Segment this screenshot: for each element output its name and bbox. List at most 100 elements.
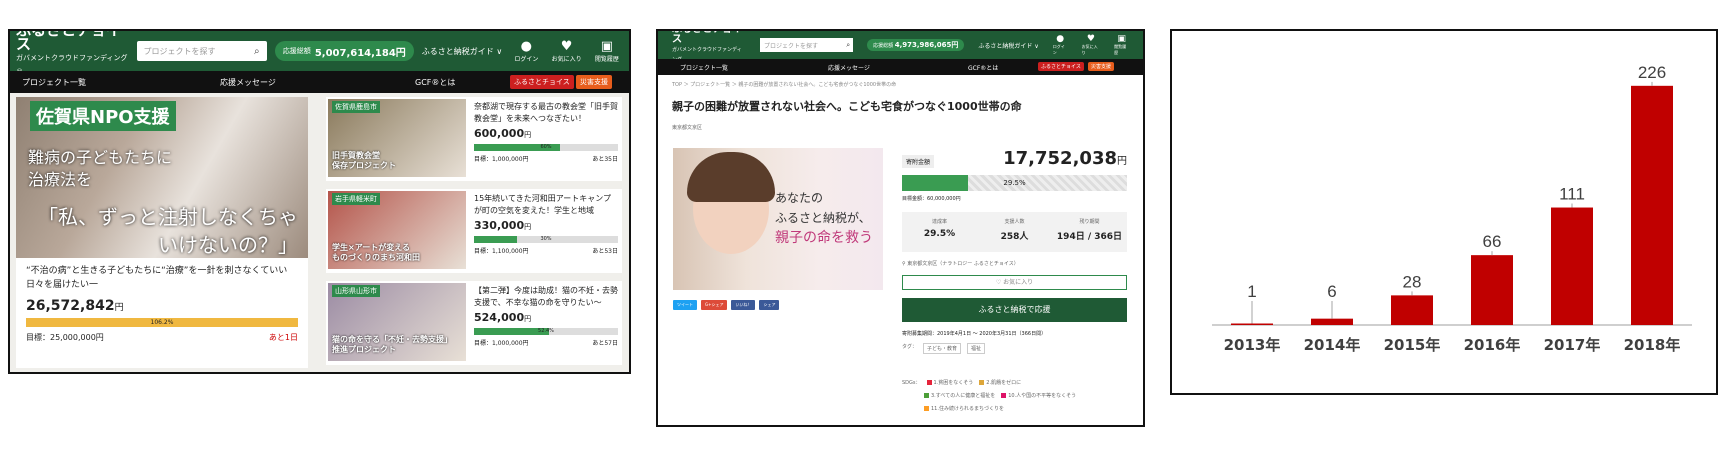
- history-button[interactable]: ▣ 閲覧履歴: [1114, 34, 1129, 56]
- project-owner[interactable]: 東京都文京区: [672, 124, 1129, 131]
- donate-button[interactable]: ふるさと納税で応援: [902, 298, 1127, 322]
- data-label: 6: [1327, 282, 1336, 301]
- history-button[interactable]: ▣ 閲覧履歴: [591, 38, 623, 63]
- project-amount: 524,000円: [474, 311, 618, 324]
- days-remaining: あと35日: [592, 156, 618, 163]
- share-gplus-button[interactable]: G+シェア: [701, 300, 728, 310]
- location-text[interactable]: 東京都文京区（ナラトロジー ふるさとチョイス）: [907, 261, 1018, 267]
- project-progress-bar: 52.4%: [474, 328, 618, 335]
- nav-messages[interactable]: 応援メッセージ: [828, 63, 870, 72]
- caption-line: あなたの: [775, 191, 824, 205]
- nav-project-list[interactable]: プロジェクト一覧: [22, 77, 86, 88]
- search-input[interactable]: プロジェクトを探す ⌕: [137, 41, 267, 61]
- project-summary: 寄附金額 17,752,038円 29.5% 目標金額：60,000,000円 …: [902, 148, 1127, 354]
- site-header: ふるさとチョイス ガバメントクラウドファンディング® プロジェクトを探す ⌕ 応…: [10, 31, 629, 76]
- amount-value: 26,572,842: [26, 298, 115, 314]
- share-buttons: ツイート G+シェア いいね！ シェア: [673, 300, 780, 310]
- quote-line: 「私、ずっと注射しなくちゃ: [38, 205, 298, 229]
- featured-headline: 難病の子どもたちに 治療法を: [28, 147, 172, 191]
- sdg-color-icon: [924, 406, 929, 411]
- total-support-badge: 応援総額 4,973,986,065円: [867, 39, 965, 51]
- search-placeholder: プロジェクトを探す: [764, 42, 819, 50]
- history-label: 閲覧履歴: [594, 55, 619, 63]
- search-icon[interactable]: ⌕: [846, 41, 853, 50]
- project-card[interactable]: 山形県山形市 猫の命を守る「不妊・去勢支援」 推進プロジェクト 【第二弾】今度は助成！…: [326, 281, 622, 365]
- share-facebook-button[interactable]: シェア: [759, 300, 780, 310]
- tag-chip[interactable]: 子ども・教育: [923, 343, 962, 354]
- sdg-label: 1.貧困をなくそう: [933, 380, 974, 386]
- search-input[interactable]: プロジェクトを探す ⌕: [760, 38, 854, 52]
- tags-row: タグ： 子ども・教育 福祉: [902, 343, 1127, 354]
- nav-disaster-support[interactable]: 災害支援: [1088, 62, 1115, 71]
- sdg-item[interactable]: 10.人や国の不平等をなくそう: [1001, 392, 1076, 399]
- nav-disaster-support[interactable]: 災害支援: [576, 75, 612, 89]
- project-amount: 600,000円: [474, 127, 618, 140]
- amount-value: 524,000: [474, 311, 525, 324]
- thumbnail-caption: 旧手賀教会堂 保存プロジェクト: [332, 151, 396, 171]
- project-title: 15年続いてきた河和田アートキャンプが町の空気を変えた！学生と地域: [474, 194, 611, 215]
- sdg-color-icon: [926, 380, 932, 385]
- project-title: 【第二弾】今度は助成！猫の不妊・去勢支援で、不幸な猫の命を守りたい～: [474, 286, 618, 307]
- goal-amount: 目標：25,000,000円: [26, 333, 104, 342]
- bar: [1231, 323, 1273, 325]
- nav-messages[interactable]: 応援メッセージ: [220, 77, 276, 88]
- sdgs-row: SDGs： 1.貧困をなくそう 2.飢餓をゼロに: [902, 379, 1127, 386]
- amount-value: 17,752,038: [1003, 148, 1117, 169]
- sdg-item[interactable]: 2.飢餓をゼロに: [979, 379, 1021, 386]
- favorite-button[interactable]: ♥ お気に入り: [550, 39, 582, 63]
- nav-about-gcf[interactable]: GCF®とは: [968, 63, 998, 72]
- nav-furusato-choice[interactable]: ふるさとチョイス: [1038, 62, 1084, 71]
- bar-chart: 1 2013年 6 2014年 28 2015年 66 2016年 111 2017年 226 201…: [1212, 63, 1692, 354]
- currency: 円: [524, 223, 532, 231]
- thumbnail-caption: 学生×アートが変える ものづくりのまち河和田: [332, 243, 420, 263]
- breadcrumb[interactable]: TOP ＞ プロジェクト一覧 ＞ 親子の困難が放置されない社会へ。こども宅食がつ…: [672, 81, 1129, 88]
- project-thumbnail: 佐賀県鹿島市 旧手賀教会堂 保存プロジェクト: [328, 99, 466, 177]
- sdg-label: 3.すべての人に健康と福祉を: [931, 393, 996, 399]
- share-like-button[interactable]: いいね！: [731, 300, 756, 310]
- sdg-item[interactable]: 1.貧困をなくそう: [926, 379, 974, 386]
- progress-bar: 29.5%: [902, 175, 1127, 191]
- add-favorite-button[interactable]: ♡ お気に入り: [902, 275, 1127, 290]
- stat-value: 194日 / 366日: [1056, 232, 1123, 242]
- raised-amount: 17,752,038円: [1003, 148, 1127, 169]
- featured-project-card[interactable]: “不治の病”と生きる子どもたちに“治療”を一針を刺さなくていい日々を届けたい一 …: [16, 258, 308, 368]
- tags-label: タグ：: [902, 344, 918, 350]
- login-label: ログイン: [1052, 44, 1065, 55]
- project-footer: 目標：1,000,000円 あと57日: [474, 338, 618, 347]
- data-label: 226: [1638, 63, 1666, 82]
- currency: 円: [114, 303, 124, 313]
- sdg-item[interactable]: 11.住み続けられるまちづくりを: [924, 405, 1004, 412]
- goal-amount: 目標：1,000,000円: [474, 340, 529, 347]
- nav-furusato-choice[interactable]: ふるさとチョイス: [510, 75, 574, 89]
- quote-line: いけないの？」: [158, 233, 298, 257]
- nav-about-gcf[interactable]: GCF®とは: [415, 77, 455, 88]
- sdg-label: 2.飢餓をゼロに: [986, 380, 1022, 386]
- caption-line: 旧手賀教会堂: [332, 151, 380, 160]
- project-card[interactable]: 岩手県軽米町 学生×アートが変える ものづくりのまち河和田 15年続いてきた河和田アー…: [326, 189, 622, 273]
- guide-menu[interactable]: ふるさと納税ガイド ∨: [422, 46, 502, 57]
- days-remaining: あと1日: [268, 333, 298, 342]
- featured-footer: 目標：25,000,000円 あと1日: [26, 332, 298, 343]
- login-button[interactable]: ● ログイン: [1053, 34, 1068, 56]
- search-icon[interactable]: ⌕: [247, 41, 267, 61]
- currency: 円: [1117, 156, 1127, 167]
- history-icon: ▣: [600, 38, 614, 54]
- sdg-item[interactable]: 3.すべての人に健康と福祉を: [924, 392, 995, 399]
- sdgs-row: 11.住み続けられるまちづくりを: [902, 405, 1127, 412]
- amount-label: 寄附金額: [902, 155, 935, 168]
- progress-label: 29.5%: [1003, 179, 1026, 187]
- project-thumbnail: 山形県山形市 猫の命を守る「不妊・去勢支援」 推進プロジェクト: [328, 283, 466, 361]
- data-label: 1: [1247, 282, 1256, 301]
- nav-project-list[interactable]: プロジェクト一覧: [680, 63, 728, 72]
- image-caption: あなたの ふるさと納税が、 親子の命を救う: [775, 188, 873, 248]
- project-card[interactable]: 佐賀県鹿島市 旧手賀教会堂 保存プロジェクト 奈都湖で現存する最古の教会堂「旧手賀教会…: [326, 97, 622, 181]
- login-button[interactable]: ● ログイン: [510, 39, 542, 63]
- favorite-button[interactable]: ♥ お気に入り: [1082, 34, 1101, 56]
- share-twitter-button[interactable]: ツイート: [673, 300, 697, 310]
- yearly-bar-chart-panel: 1 2013年 6 2014年 28 2015年 66 2016年 111 2017年 226 201…: [1170, 29, 1718, 395]
- bar: [1311, 318, 1353, 325]
- tag-chip[interactable]: 福祉: [967, 343, 986, 354]
- featured-project-image[interactable]: 佐賀県NPO支援 難病の子どもたちに 治療法を 「私、ずっと注射しなくちゃ いけ…: [16, 97, 308, 258]
- search-placeholder: プロジェクトを探す: [143, 46, 216, 56]
- guide-menu[interactable]: ふるさと納税ガイド ∨: [978, 41, 1038, 50]
